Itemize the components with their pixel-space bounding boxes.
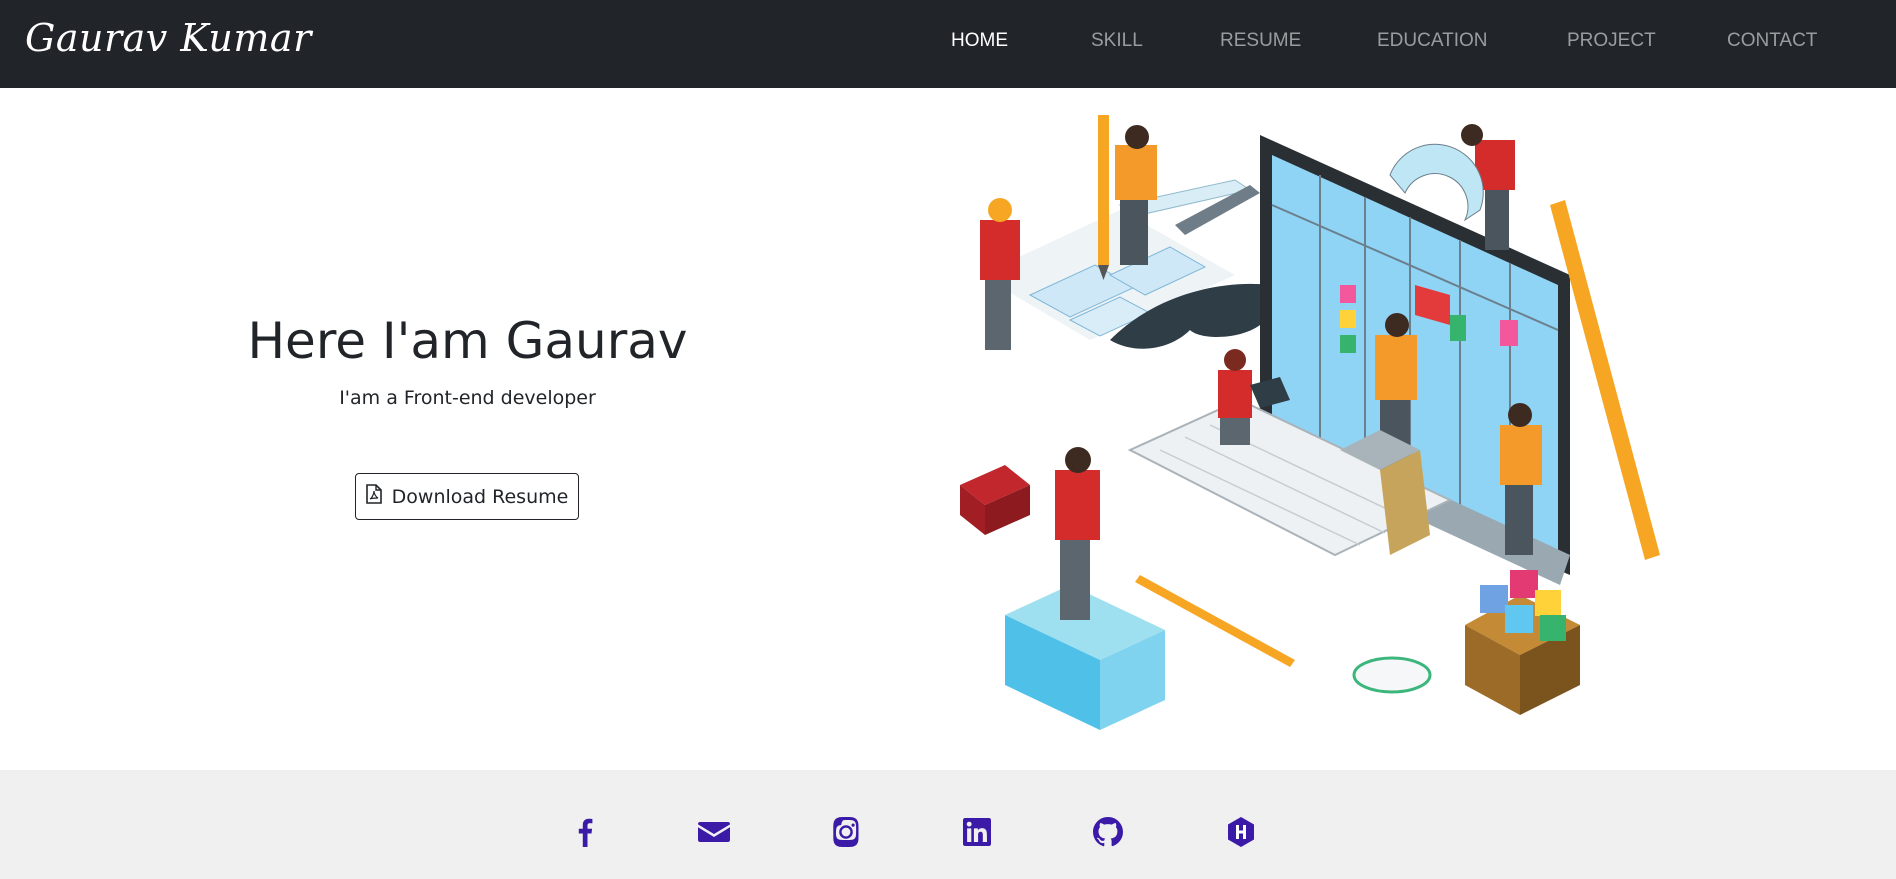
nav-contact[interactable]: CONTACT: [1727, 30, 1817, 52]
facebook-icon[interactable]: [568, 815, 602, 849]
download-resume-button[interactable]: Download Resume: [355, 473, 579, 520]
developer-team-illustration: [960, 115, 1660, 730]
nav-education[interactable]: EDUCATION: [1377, 30, 1487, 52]
hashnode-icon[interactable]: [1224, 815, 1258, 849]
linkedin-icon[interactable]: [960, 815, 994, 849]
hero-subtitle: I'am a Front-end developer: [339, 387, 596, 409]
navbar: Gaurav Kumar HOME SKILL RESUME EDUCATION…: [0, 0, 1896, 88]
nav-skill[interactable]: SKILL: [1091, 30, 1143, 52]
pdf-file-icon: [365, 484, 382, 509]
footer: [0, 770, 1896, 879]
hero-title: Here I'am Gaurav: [247, 312, 688, 370]
github-icon[interactable]: [1091, 815, 1125, 849]
instagram-icon[interactable]: [829, 815, 863, 849]
nav-home[interactable]: HOME: [951, 30, 1008, 52]
nav-resume[interactable]: RESUME: [1220, 30, 1301, 52]
email-icon[interactable]: [697, 815, 731, 849]
download-resume-label: Download Resume: [391, 485, 569, 508]
brand-logo[interactable]: Gaurav Kumar: [25, 16, 312, 60]
nav-project[interactable]: PROJECT: [1567, 30, 1656, 52]
